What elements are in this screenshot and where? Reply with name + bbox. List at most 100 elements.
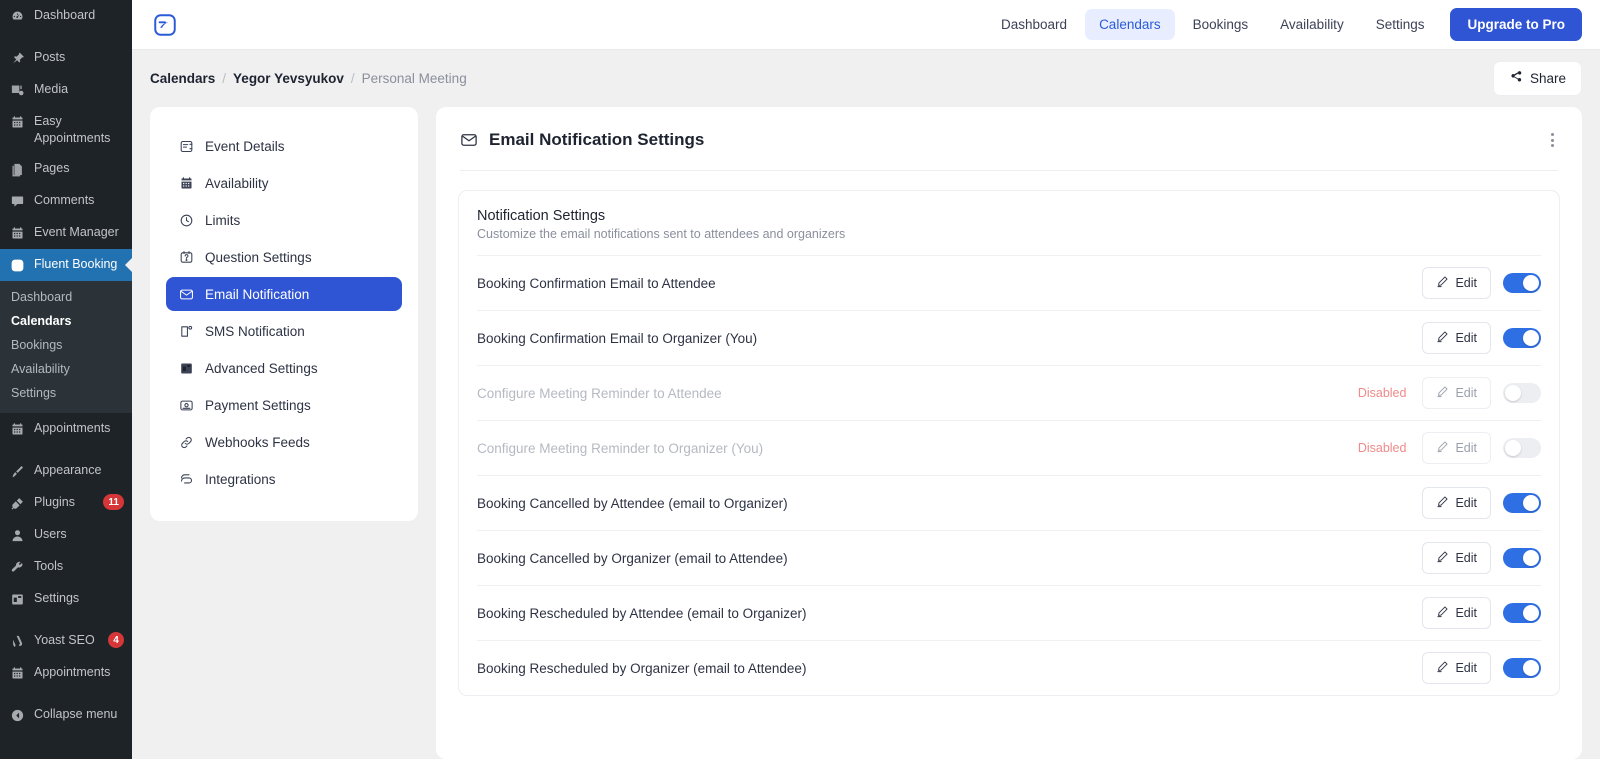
sidebar-item-label: Availability xyxy=(205,175,269,191)
edit-label: Edit xyxy=(1455,661,1477,675)
dashboard-icon xyxy=(9,8,26,25)
menu-separator xyxy=(0,615,132,625)
wp-submenu-item-settings[interactable]: Settings xyxy=(0,381,132,405)
sidebar-item-label: Integrations xyxy=(205,471,276,487)
menu-separator xyxy=(0,32,132,42)
wp-menu-item-fluent-booking[interactable]: Fluent Booking xyxy=(0,249,132,282)
share-button[interactable]: Share xyxy=(1492,61,1582,96)
notification-label: Booking Cancelled by Attendee (email to … xyxy=(477,495,788,511)
edit-button[interactable]: Edit xyxy=(1422,377,1491,409)
edit-button[interactable]: Edit xyxy=(1422,322,1491,354)
sidebar-item-question-settings[interactable]: Question Settings xyxy=(166,240,402,274)
table-row: Configure Meeting Reminder to Attendee Di… xyxy=(477,365,1541,420)
brush-icon xyxy=(9,463,26,480)
sidebar-item-availability[interactable]: Availability xyxy=(166,166,402,200)
wp-menu-item-media[interactable]: Media xyxy=(0,74,132,106)
sidebar-item-webhooks-feeds[interactable]: Webhooks Feeds xyxy=(166,425,402,459)
menu-separator xyxy=(0,445,132,455)
topnav-item-calendars[interactable]: Calendars xyxy=(1085,9,1175,40)
upgrade-to-pro-button[interactable]: Upgrade to Pro xyxy=(1450,8,1582,41)
breadcrumb-bar: Calendars / Yegor Yevsyukov / Personal Meeti… xyxy=(132,50,1600,107)
notification-toggle[interactable] xyxy=(1503,328,1541,348)
wp-submenu-item-dashboard[interactable]: Dashboard xyxy=(0,285,132,309)
pencil-icon xyxy=(1436,275,1449,291)
envelope-icon xyxy=(460,131,478,149)
wp-menu-item-tools[interactable]: Tools xyxy=(0,551,132,583)
wp-menu-item-label: Media xyxy=(34,82,69,96)
edit-label: Edit xyxy=(1455,386,1477,400)
topnav-item-bookings[interactable]: Bookings xyxy=(1179,9,1263,40)
breadcrumb-item-1[interactable]: Yegor Yevsyukov xyxy=(233,71,344,86)
notification-toggle[interactable] xyxy=(1503,273,1541,293)
wp-menu-item-label: Appointments xyxy=(34,665,111,680)
wp-submenu-item-availability[interactable]: Availability xyxy=(0,357,132,381)
kebab-menu-icon[interactable] xyxy=(1547,127,1558,153)
section-title: Notification Settings xyxy=(477,208,606,224)
edit-button[interactable]: Edit xyxy=(1422,597,1491,629)
edit-button[interactable]: Edit xyxy=(1422,652,1491,684)
wp-menu-item-event-manager[interactable]: Event Manager xyxy=(0,217,132,249)
wp-submenu-item-calendars[interactable]: Calendars xyxy=(0,309,132,333)
breadcrumb-separator: / xyxy=(350,71,355,86)
wp-menu-item-easy-appointments[interactable]: Easy Appointments xyxy=(0,106,132,153)
sidebar-item-sms-notification[interactable]: SMS Notification xyxy=(166,314,402,348)
edit-label: Edit xyxy=(1455,276,1477,290)
wp-menu-item-appointments[interactable]: Appointments xyxy=(0,413,132,445)
sliders-icon xyxy=(9,591,26,608)
panel-header: Email Notification Settings xyxy=(436,107,1582,153)
sidebar-item-label: Limits xyxy=(205,212,241,228)
wp-submenu-item-bookings[interactable]: Bookings xyxy=(0,333,132,357)
wp-menu-item-appointments[interactable]: Appointments xyxy=(0,657,132,689)
notification-label: Booking Rescheduled by Attendee (email t… xyxy=(477,605,807,621)
wp-menu-badge: 11 xyxy=(103,494,124,511)
edit-button[interactable]: Edit xyxy=(1422,487,1491,519)
sidebar-item-advanced-settings[interactable]: Advanced Settings xyxy=(166,351,402,385)
sidebar-item-event-details[interactable]: Event Details xyxy=(166,129,402,163)
notification-toggle[interactable] xyxy=(1503,493,1541,513)
breadcrumb-item-0[interactable]: Calendars xyxy=(150,71,215,86)
topnav-item-availability[interactable]: Availability xyxy=(1266,9,1358,40)
breadcrumb-item-2: Personal Meeting xyxy=(361,71,467,86)
sidebar-item-integrations[interactable]: Integrations xyxy=(166,462,402,496)
app-topnav: Dashboard Calendars Bookings Availability Se… xyxy=(987,9,1438,40)
notification-toggle[interactable] xyxy=(1503,548,1541,568)
wp-menu-item-posts[interactable]: Posts xyxy=(0,42,132,74)
pencil-icon xyxy=(1436,495,1449,511)
payment-icon xyxy=(178,397,194,413)
notification-toggle[interactable] xyxy=(1503,658,1541,678)
sidebar-item-label: SMS Notification xyxy=(205,323,305,339)
wp-menu-item-yoast-seo[interactable]: Yoast SEO 4 xyxy=(0,625,132,657)
breadcrumb-separator: / xyxy=(222,71,227,86)
fluent-booking-icon xyxy=(9,257,26,274)
user-icon xyxy=(9,527,26,544)
notification-label: Booking Cancelled by Organizer (email to… xyxy=(477,550,788,566)
share-icon xyxy=(1509,70,1523,87)
edit-button[interactable]: Edit xyxy=(1422,267,1491,299)
app-topbar: Dashboard Calendars Bookings Availability Se… xyxy=(132,0,1600,50)
wp-menu-item-collapse-menu[interactable]: Collapse menu xyxy=(0,699,132,731)
table-row: Booking Rescheduled by Attendee (email t… xyxy=(477,585,1541,640)
wp-menu-item-pages[interactable]: Pages xyxy=(0,153,132,185)
sidebar-item-payment-settings[interactable]: Payment Settings xyxy=(166,388,402,422)
notification-settings-header: Notification Settings Customize the emai… xyxy=(459,191,1559,255)
notification-toggle[interactable] xyxy=(1503,383,1541,403)
wp-menu-item-dashboard[interactable]: Dashboard xyxy=(0,0,132,32)
wp-menu-item-label: Settings xyxy=(34,591,80,606)
topnav-item-dashboard[interactable]: Dashboard xyxy=(987,9,1081,40)
sidebar-item-email-notification[interactable]: Email Notification xyxy=(166,277,402,311)
notification-toggle[interactable] xyxy=(1503,438,1541,458)
menu-separator xyxy=(0,689,132,699)
wp-menu-item-appearance[interactable]: Appearance xyxy=(0,455,132,487)
edit-button[interactable]: Edit xyxy=(1422,432,1491,464)
wp-menu-item-comments[interactable]: Comments xyxy=(0,185,132,217)
sidebar-item-limits[interactable]: Limits xyxy=(166,203,402,237)
wp-menu-item-plugins[interactable]: Plugins 11 xyxy=(0,487,132,519)
sliders-icon xyxy=(178,360,194,376)
wp-menu-item-settings[interactable]: Settings xyxy=(0,583,132,615)
notification-toggle[interactable] xyxy=(1503,603,1541,623)
wp-menu-item-label: Comments xyxy=(34,193,95,208)
edit-button[interactable]: Edit xyxy=(1422,542,1491,574)
topnav-item-settings[interactable]: Settings xyxy=(1362,9,1439,40)
wp-menu-item-users[interactable]: Users xyxy=(0,519,132,551)
status-badge: Disabled xyxy=(1357,386,1407,400)
